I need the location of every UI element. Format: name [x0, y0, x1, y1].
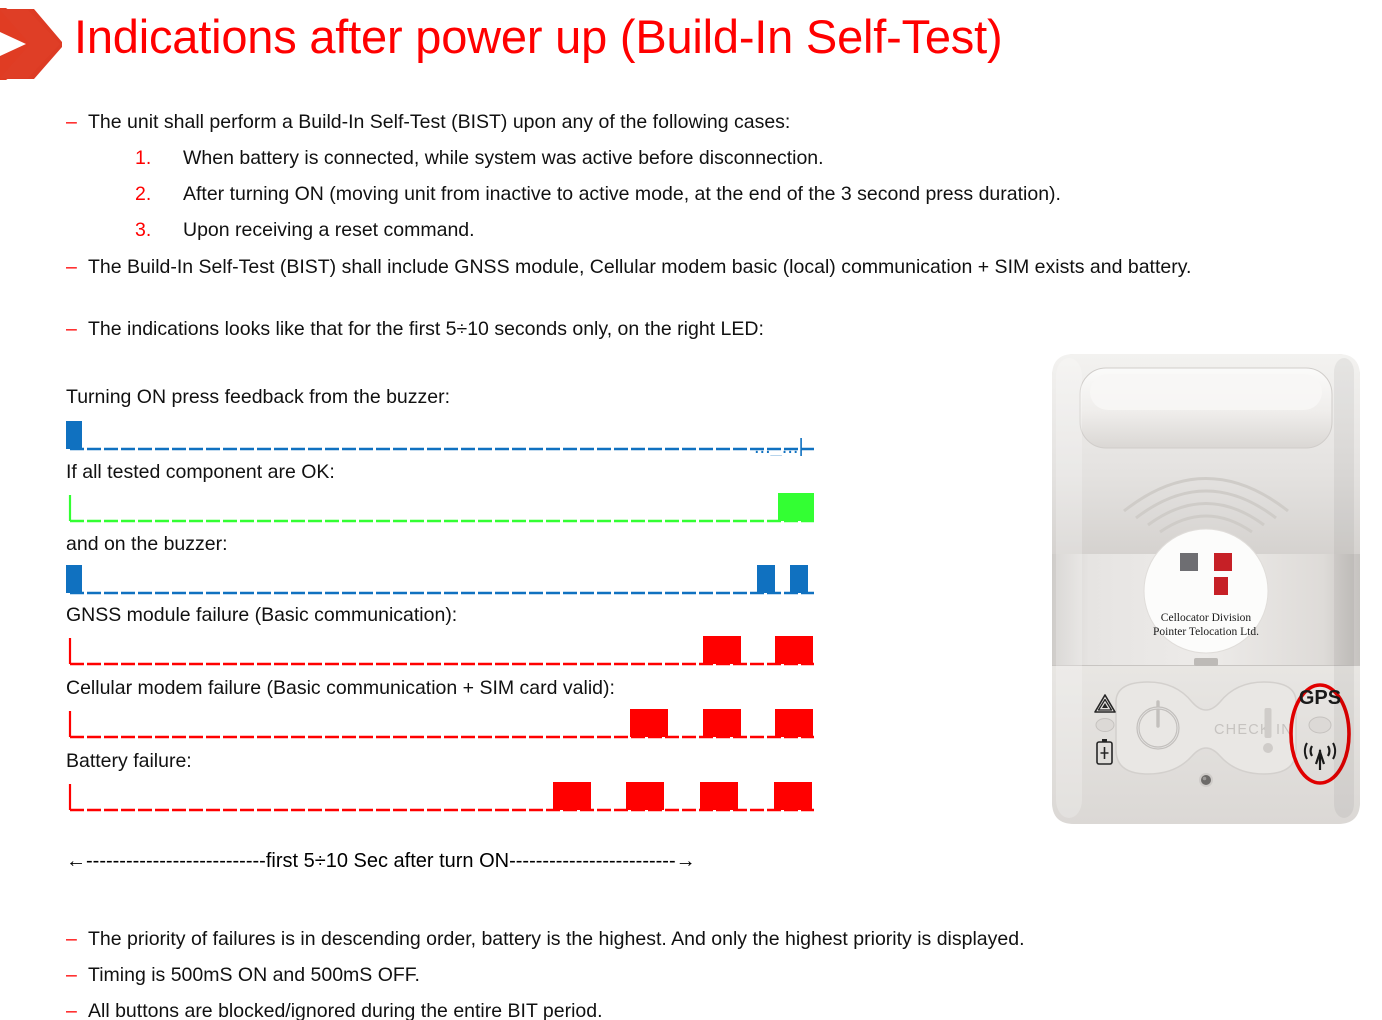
bullet-label: The priority of failures is in descendin…	[88, 928, 1025, 950]
waveform-battery-failure	[66, 779, 818, 817]
bullet-marker: –	[66, 1000, 77, 1020]
numbered-marker: 1.	[135, 147, 152, 169]
brand-line-1: Cellocator Division	[1161, 612, 1252, 624]
numbered-item-1: 1. When battery is connected, while syst…	[135, 144, 1350, 172]
bullet-marker: –	[66, 318, 77, 340]
bullet-item: – The Build-In Self-Test (BIST) shall in…	[66, 253, 1311, 281]
waveform-gnss-failure	[66, 633, 818, 671]
device-photo: Cellocator Division Pointer Telocation L…	[1046, 346, 1366, 836]
waveform-label-battery-failure: Battery failure:	[66, 750, 192, 772]
timeline-caption: ←---------------------------first 5÷10 S…	[66, 850, 696, 872]
waveform-label-gnss-failure: GNSS module failure (Basic communication…	[66, 604, 458, 626]
waveform-buzzer	[66, 562, 818, 600]
waveform-label-buzzer-press: Turning ON press feedback from the buzze…	[66, 386, 451, 408]
numbered-marker: 2.	[135, 183, 152, 205]
waveform-buzzer-press: ..._...|	[66, 418, 818, 456]
numbered-label: After turning ON (moving unit from inact…	[183, 183, 1061, 205]
exclamation-icon	[1263, 708, 1273, 753]
bullet-item: – Timing is 500mS ON and 500mS OFF.	[66, 961, 1311, 989]
bullet-label: The Build-In Self-Test (BIST) shall incl…	[88, 256, 1192, 278]
bullet-item: – The unit shall perform a Build-In Self…	[66, 108, 1356, 136]
numbered-label: Upon receiving a reset command.	[183, 219, 475, 241]
numbered-item-2: 2. After turning ON (moving unit from in…	[135, 180, 1350, 208]
bullet-marker: –	[66, 964, 77, 986]
status-led-left	[1095, 718, 1115, 732]
gps-led	[1308, 716, 1332, 734]
waveform-label-all-ok: If all tested component are OK:	[66, 461, 335, 483]
bullet-label: Timing is 500mS ON and 500mS OFF.	[88, 964, 420, 986]
svg-text:..._...|: ..._...|	[754, 436, 804, 456]
waveform-label-cellular-failure: Cellular modem failure (Basic communicat…	[66, 677, 615, 699]
waveform-label-buzzer: and on the buzzer:	[66, 533, 228, 555]
bullet-marker: –	[66, 111, 77, 133]
bullet-label: The indications looks like that for the …	[88, 318, 764, 340]
bullet-label: The unit shall perform a Build-In Self-T…	[88, 111, 791, 133]
bullet-item: – The priority of failures is in descend…	[66, 925, 1311, 953]
numbered-marker: 3.	[135, 219, 152, 241]
bullet-label: All buttons are blocked/ignored during t…	[88, 1000, 603, 1020]
waveform-cellular-failure	[66, 706, 818, 744]
red-chevron-logo-icon	[0, 6, 66, 82]
bullet-marker: –	[66, 928, 77, 950]
waveform-all-ok	[66, 490, 818, 528]
checkin-label: CHECK IN	[1214, 722, 1293, 738]
page-title: Indications after power up (Build-In Sel…	[74, 10, 1003, 63]
slide-canvas: Indications after power up (Build-In Sel…	[0, 0, 1382, 1020]
bullet-item: – The indications looks like that for th…	[66, 315, 1311, 343]
numbered-label: When battery is connected, while system …	[183, 147, 824, 169]
bullet-marker: –	[66, 256, 77, 278]
brand-line-2: Pointer Telocation Ltd.	[1153, 626, 1259, 638]
numbered-item-3: 3. Upon receiving a reset command.	[135, 216, 1350, 244]
bullet-item: – All buttons are blocked/ignored during…	[66, 997, 1311, 1020]
